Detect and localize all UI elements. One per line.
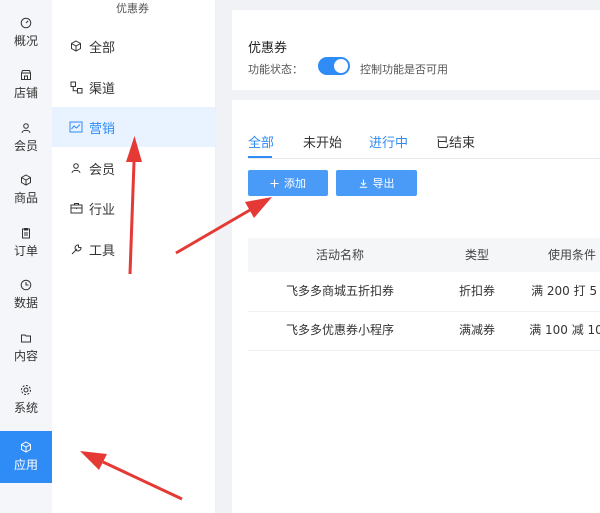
sidebar-item-label: 会员 xyxy=(13,139,38,154)
status-label: 功能状态： xyxy=(248,63,303,76)
sidebar-item-data[interactable]: 数据 xyxy=(0,269,52,322)
download-icon xyxy=(359,179,368,188)
subnav-title: 优惠券 xyxy=(116,2,149,15)
subnav-item-label: 工具 xyxy=(89,243,116,259)
column-header-condition: 使用条件 xyxy=(547,248,596,262)
sidebar-item-label: 概况 xyxy=(13,34,38,49)
sidebar-item-content[interactable]: 内容 xyxy=(0,322,52,375)
sidebar-item-products[interactable]: 商品 xyxy=(0,164,52,217)
export-button[interactable]: 导出 xyxy=(336,170,417,196)
subnav-item-label: 营销 xyxy=(89,121,116,137)
feature-toggle[interactable] xyxy=(318,57,350,75)
sidebar-item-overview[interactable]: 概况 xyxy=(0,7,52,60)
tab-not-started[interactable]: 未开始 xyxy=(303,132,342,151)
user-icon xyxy=(69,161,83,175)
sidebar-item-label: 数据 xyxy=(13,296,38,311)
clipboard-icon xyxy=(20,227,32,239)
column-header-name: 活动名称 xyxy=(315,248,364,262)
settings-card: 优惠券 功能状态： 控制功能是否可用 xyxy=(232,10,600,90)
briefcase-icon xyxy=(69,201,83,215)
tab-in-progress[interactable]: 进行中 xyxy=(369,132,408,151)
sidebar-item-members[interactable]: 会员 xyxy=(0,112,52,165)
secondary-nav: 优惠券 全部 渠道 营销 会员 行业 工具 xyxy=(52,0,216,513)
cube-icon xyxy=(69,39,83,53)
sidebar-item-label: 订单 xyxy=(13,244,38,259)
cell-condition: 满 100 减 10元 xyxy=(529,323,600,337)
settings-title: 优惠券 xyxy=(248,41,288,56)
subnav-item-all[interactable]: 全部 xyxy=(52,26,215,66)
toggle-knob xyxy=(334,59,348,73)
sidebar-item-orders[interactable]: 订单 xyxy=(0,217,52,270)
table-row[interactable]: 飞多多商城五折扣券 折扣券 满 200 打 5 折 xyxy=(248,272,600,312)
gear-icon xyxy=(20,384,32,396)
subnav-item-tools[interactable]: 工具 xyxy=(52,229,215,269)
main-content: 优惠券 功能状态： 控制功能是否可用 全部 未开始 进行中 已结束 添加 导出 … xyxy=(216,0,600,513)
sidebar-item-label: 应用 xyxy=(13,458,38,472)
subnav-item-label: 渠道 xyxy=(89,81,116,97)
user-icon xyxy=(20,122,32,134)
add-button[interactable]: 添加 xyxy=(248,170,328,196)
main-sidebar: 概况 店铺 会员 商品 订单 数据 内容 系统 应用 xyxy=(0,0,52,513)
subnav-item-channel[interactable]: 渠道 xyxy=(52,67,215,107)
export-button-label: 导出 xyxy=(372,177,395,190)
table-header: 活动名称 类型 使用条件 xyxy=(248,238,600,272)
plus-icon xyxy=(270,179,279,188)
folder-icon xyxy=(20,332,32,344)
toggle-hint: 控制功能是否可用 xyxy=(360,63,448,76)
status-tabs: 全部 未开始 进行中 已结束 xyxy=(248,132,600,159)
sidebar-item-label: 内容 xyxy=(13,349,38,364)
sidebar-item-apps[interactable]: 应用 xyxy=(0,431,52,483)
subnav-item-label: 会员 xyxy=(89,162,116,178)
add-button-label: 添加 xyxy=(284,177,306,190)
sidebar-item-label: 商品 xyxy=(13,191,38,206)
cell-type: 满减券 xyxy=(458,323,495,337)
subnav-item-label: 行业 xyxy=(89,202,116,218)
subnav-item-marketing[interactable]: 营销 xyxy=(52,107,215,147)
column-header-type: 类型 xyxy=(464,248,489,262)
tab-all[interactable]: 全部 xyxy=(248,132,274,151)
active-tab-indicator xyxy=(248,156,272,158)
dashboard-icon xyxy=(20,17,32,29)
box-icon xyxy=(20,174,32,186)
coupon-list-card: 全部 未开始 进行中 已结束 添加 导出 活动名称 类型 使用条件 飞多多商城五… xyxy=(232,100,600,513)
tab-ended[interactable]: 已结束 xyxy=(436,132,475,151)
wrench-icon xyxy=(69,242,83,256)
store-icon xyxy=(20,69,32,81)
subnav-item-members[interactable]: 会员 xyxy=(52,148,215,188)
sidebar-item-label: 店铺 xyxy=(13,86,38,101)
subnav-item-industry[interactable]: 行业 xyxy=(52,188,215,228)
sidebar-item-label: 系统 xyxy=(13,401,38,416)
cell-condition: 满 200 打 5 折 xyxy=(531,284,600,298)
table-row[interactable]: 飞多多优惠券小程序 满减券 满 100 减 10元 xyxy=(248,311,600,351)
channel-icon xyxy=(69,80,83,94)
cell-name: 飞多多商城五折扣券 xyxy=(285,284,394,298)
sidebar-item-store[interactable]: 店铺 xyxy=(0,59,52,112)
chart-icon xyxy=(69,120,83,134)
sidebar-item-system[interactable]: 系统 xyxy=(0,374,52,427)
cell-type: 折扣券 xyxy=(458,284,495,298)
cube-icon xyxy=(20,441,32,453)
subnav-item-label: 全部 xyxy=(89,40,116,56)
cell-name: 飞多多优惠券小程序 xyxy=(285,323,394,337)
clock-icon xyxy=(20,279,32,291)
